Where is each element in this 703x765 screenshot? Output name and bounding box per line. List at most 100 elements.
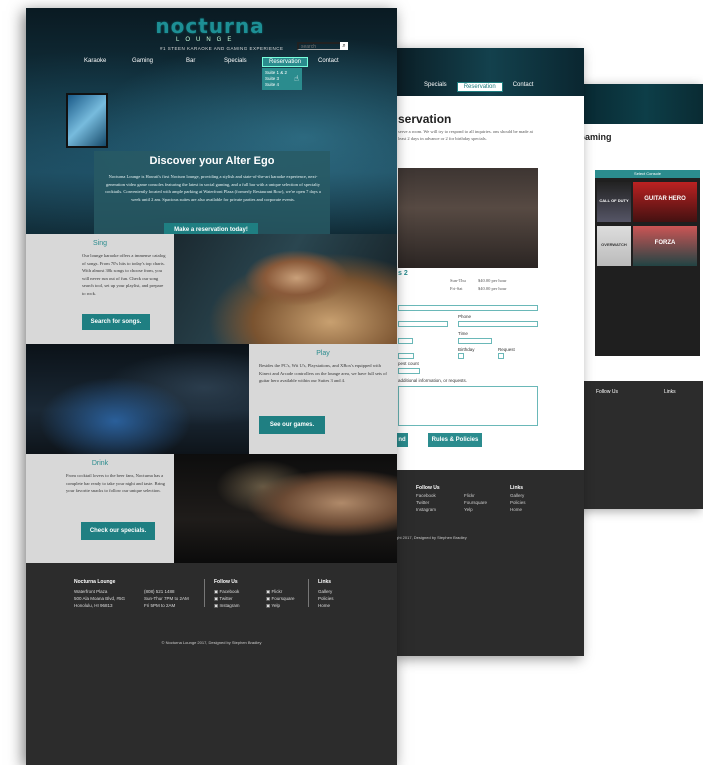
play-text: Besides the PC's, Wii U's, Playstations,…	[259, 363, 387, 383]
links-title: Links	[318, 579, 332, 585]
nav-item-karaoke[interactable]: Karaoke	[84, 58, 106, 64]
time-label: Time	[458, 331, 468, 336]
follow-column: Follow Us Facebook Twitter Instagram	[416, 484, 440, 513]
phone-number: (808) 521 1488	[144, 589, 175, 594]
flickr-link[interactable]: Flickr	[272, 589, 283, 594]
nav-item-bar[interactable]: Bar	[186, 58, 195, 64]
phone-field[interactable]	[458, 321, 538, 327]
footer-venue-name: Nocturna Lounge	[74, 579, 116, 585]
gallery-link[interactable]: Gallery	[318, 589, 332, 594]
instagram-link[interactable]: Instagram	[220, 603, 240, 608]
song-search-button[interactable]: Search for songs.	[82, 314, 150, 330]
nav-item-gaming[interactable]: Gaming	[132, 58, 153, 64]
nav-item-specials[interactable]: Specials	[224, 58, 247, 64]
links-title: Links	[664, 389, 676, 395]
games-button[interactable]: See our games.	[259, 416, 325, 434]
game-tile[interactable]: GUITAR HERO	[633, 182, 697, 222]
reservation-page-preview: Specials Reservation Contact servation s…	[396, 48, 584, 656]
phone-label: Phone	[458, 314, 472, 319]
sing-title: Sing	[92, 240, 107, 247]
rules-button[interactable]: Rules & Policies	[428, 433, 482, 447]
main-nav: Karaoke Gaming Bar Specials Reservation …	[26, 57, 397, 68]
date-field[interactable]	[398, 338, 413, 344]
page-title: servation	[398, 112, 452, 126]
links-column: Links Gallery Policies Home	[318, 579, 334, 609]
send-button[interactable]: nd	[396, 433, 408, 447]
copyright: © Nocturna Lounge 2017, Designed by Step…	[161, 640, 262, 645]
address-line: 500 Ala Moana Blvd, #5G	[74, 596, 126, 601]
specials-button[interactable]: Check our specials.	[81, 522, 155, 540]
console-select[interactable]: Select Console	[595, 170, 700, 178]
logo-subtitle: LOUNGE	[176, 37, 238, 43]
name-field[interactable]	[398, 305, 538, 311]
policies-link[interactable]: Policies	[318, 596, 334, 601]
pointer-cursor-icon: ☝	[294, 74, 299, 83]
game-tile[interactable]: FORZA	[633, 226, 697, 266]
hours-line: Fri 5PM to 2AM	[144, 603, 176, 608]
hero-title: Discover your Alter Ego	[149, 155, 275, 167]
birthday-checkbox[interactable]	[458, 353, 464, 359]
suite-photo	[398, 168, 538, 268]
facebook-link[interactable]: Facebook	[220, 589, 240, 594]
hero-text: Nocturna Lounge is Hawaii's first Noctur…	[105, 174, 321, 202]
sing-text: Our lounge karaoke offers a immense cata…	[82, 253, 166, 296]
intro-text: serve a room. We will try to respond to …	[398, 129, 533, 141]
follow-column: Follow Us ▣ Facebook ▣ Twitter ▣ Instagr…	[214, 579, 240, 609]
facebook-link[interactable]: Facebook	[416, 493, 436, 498]
page-footer: Follow Us Facebook Twitter Instagram Fli…	[396, 470, 584, 656]
price-label: Sun-Thu	[450, 278, 466, 283]
tagline: #1 STEEN KARAOKE AND GAMING EXPERIENCE	[160, 46, 284, 51]
follow-title: Follow Us	[596, 389, 618, 395]
copyright: ght 2017, Designed by Stephen Bradley	[396, 535, 467, 540]
nav-item-reservation[interactable]: Reservation	[262, 57, 309, 67]
sing-panel: Sing Our lounge karaoke offers a immense…	[26, 234, 174, 344]
guest-count-select[interactable]	[398, 368, 420, 374]
suite-select[interactable]	[398, 353, 414, 359]
flickr-link[interactable]: Flickr	[464, 493, 475, 498]
suite-heading: s 2	[398, 270, 408, 277]
game-carousel[interactable]: Select Console CALL OF DUTY GUITAR HERO …	[595, 170, 700, 356]
game-tile[interactable]: OVERWATCH	[597, 226, 631, 266]
play-title: Play	[316, 350, 330, 357]
singer-photo	[174, 234, 397, 344]
stage: Gaming Select Console CALL OF DUTY GUITA…	[0, 0, 703, 765]
yelp-link[interactable]: Yelp	[464, 507, 473, 512]
foursquare-link[interactable]: Foursquare	[464, 500, 487, 505]
twitter-link[interactable]: Twitter	[219, 596, 232, 601]
follow-title: Follow Us	[214, 579, 238, 585]
game-tile[interactable]: CALL OF DUTY	[597, 182, 631, 222]
instagram-link[interactable]: Instagram	[416, 507, 436, 512]
drink-title: Drink	[91, 460, 109, 467]
nav-item[interactable]: Specials	[424, 82, 447, 92]
email-field[interactable]	[398, 321, 448, 327]
footer: Nocturna Lounge Waterfront Plaza 500 Ala…	[26, 563, 397, 765]
gallery-link[interactable]: Gallery	[510, 493, 524, 498]
nav-item-contact[interactable]: Contact	[318, 58, 339, 64]
price-value: $40.00 per hour	[478, 278, 507, 283]
comments-textarea[interactable]	[398, 386, 538, 426]
nav-item-active[interactable]: Reservation	[456, 82, 503, 92]
home-link[interactable]: Home	[510, 507, 522, 512]
comments-label: additional information, or requests.	[398, 378, 468, 383]
hero-section: nocturna LOUNGE #1 STEEN KARAOKE AND GAM…	[26, 8, 397, 243]
follow-column-2: ▣ Flickr ▣ Foursquare ▣ Yelp	[266, 588, 295, 609]
drink-text: From cocktail lovers to the beer fans, N…	[66, 473, 165, 493]
links-column: Links Gallery Policies Home	[510, 484, 526, 513]
yelp-link[interactable]: Yelp	[271, 603, 280, 608]
nav-item[interactable]: Contact	[513, 82, 534, 92]
search-icon[interactable]: ⌕	[340, 42, 348, 50]
address-line: Waterfront Plaza	[74, 589, 108, 594]
logo[interactable]: nocturna	[144, 14, 276, 38]
address-line: Honolulu, HI 96813	[74, 603, 113, 608]
request-checkbox[interactable]	[498, 353, 504, 359]
drink-panel: Drink From cocktail lovers to the beer f…	[26, 454, 174, 563]
time-select[interactable]	[458, 338, 492, 344]
play-panel: Play Besides the PC's, Wii U's, Playstat…	[249, 344, 397, 454]
twitter-link[interactable]: Twitter	[416, 500, 429, 505]
policies-link[interactable]: Policies	[510, 500, 526, 505]
drinker-photo	[174, 454, 397, 563]
foursquare-link[interactable]: Foursquare	[272, 596, 295, 601]
bar-tv-image	[66, 93, 108, 148]
home-link[interactable]: Home	[318, 603, 330, 608]
follow-column-2: Flickr Foursquare Yelp	[464, 492, 487, 513]
